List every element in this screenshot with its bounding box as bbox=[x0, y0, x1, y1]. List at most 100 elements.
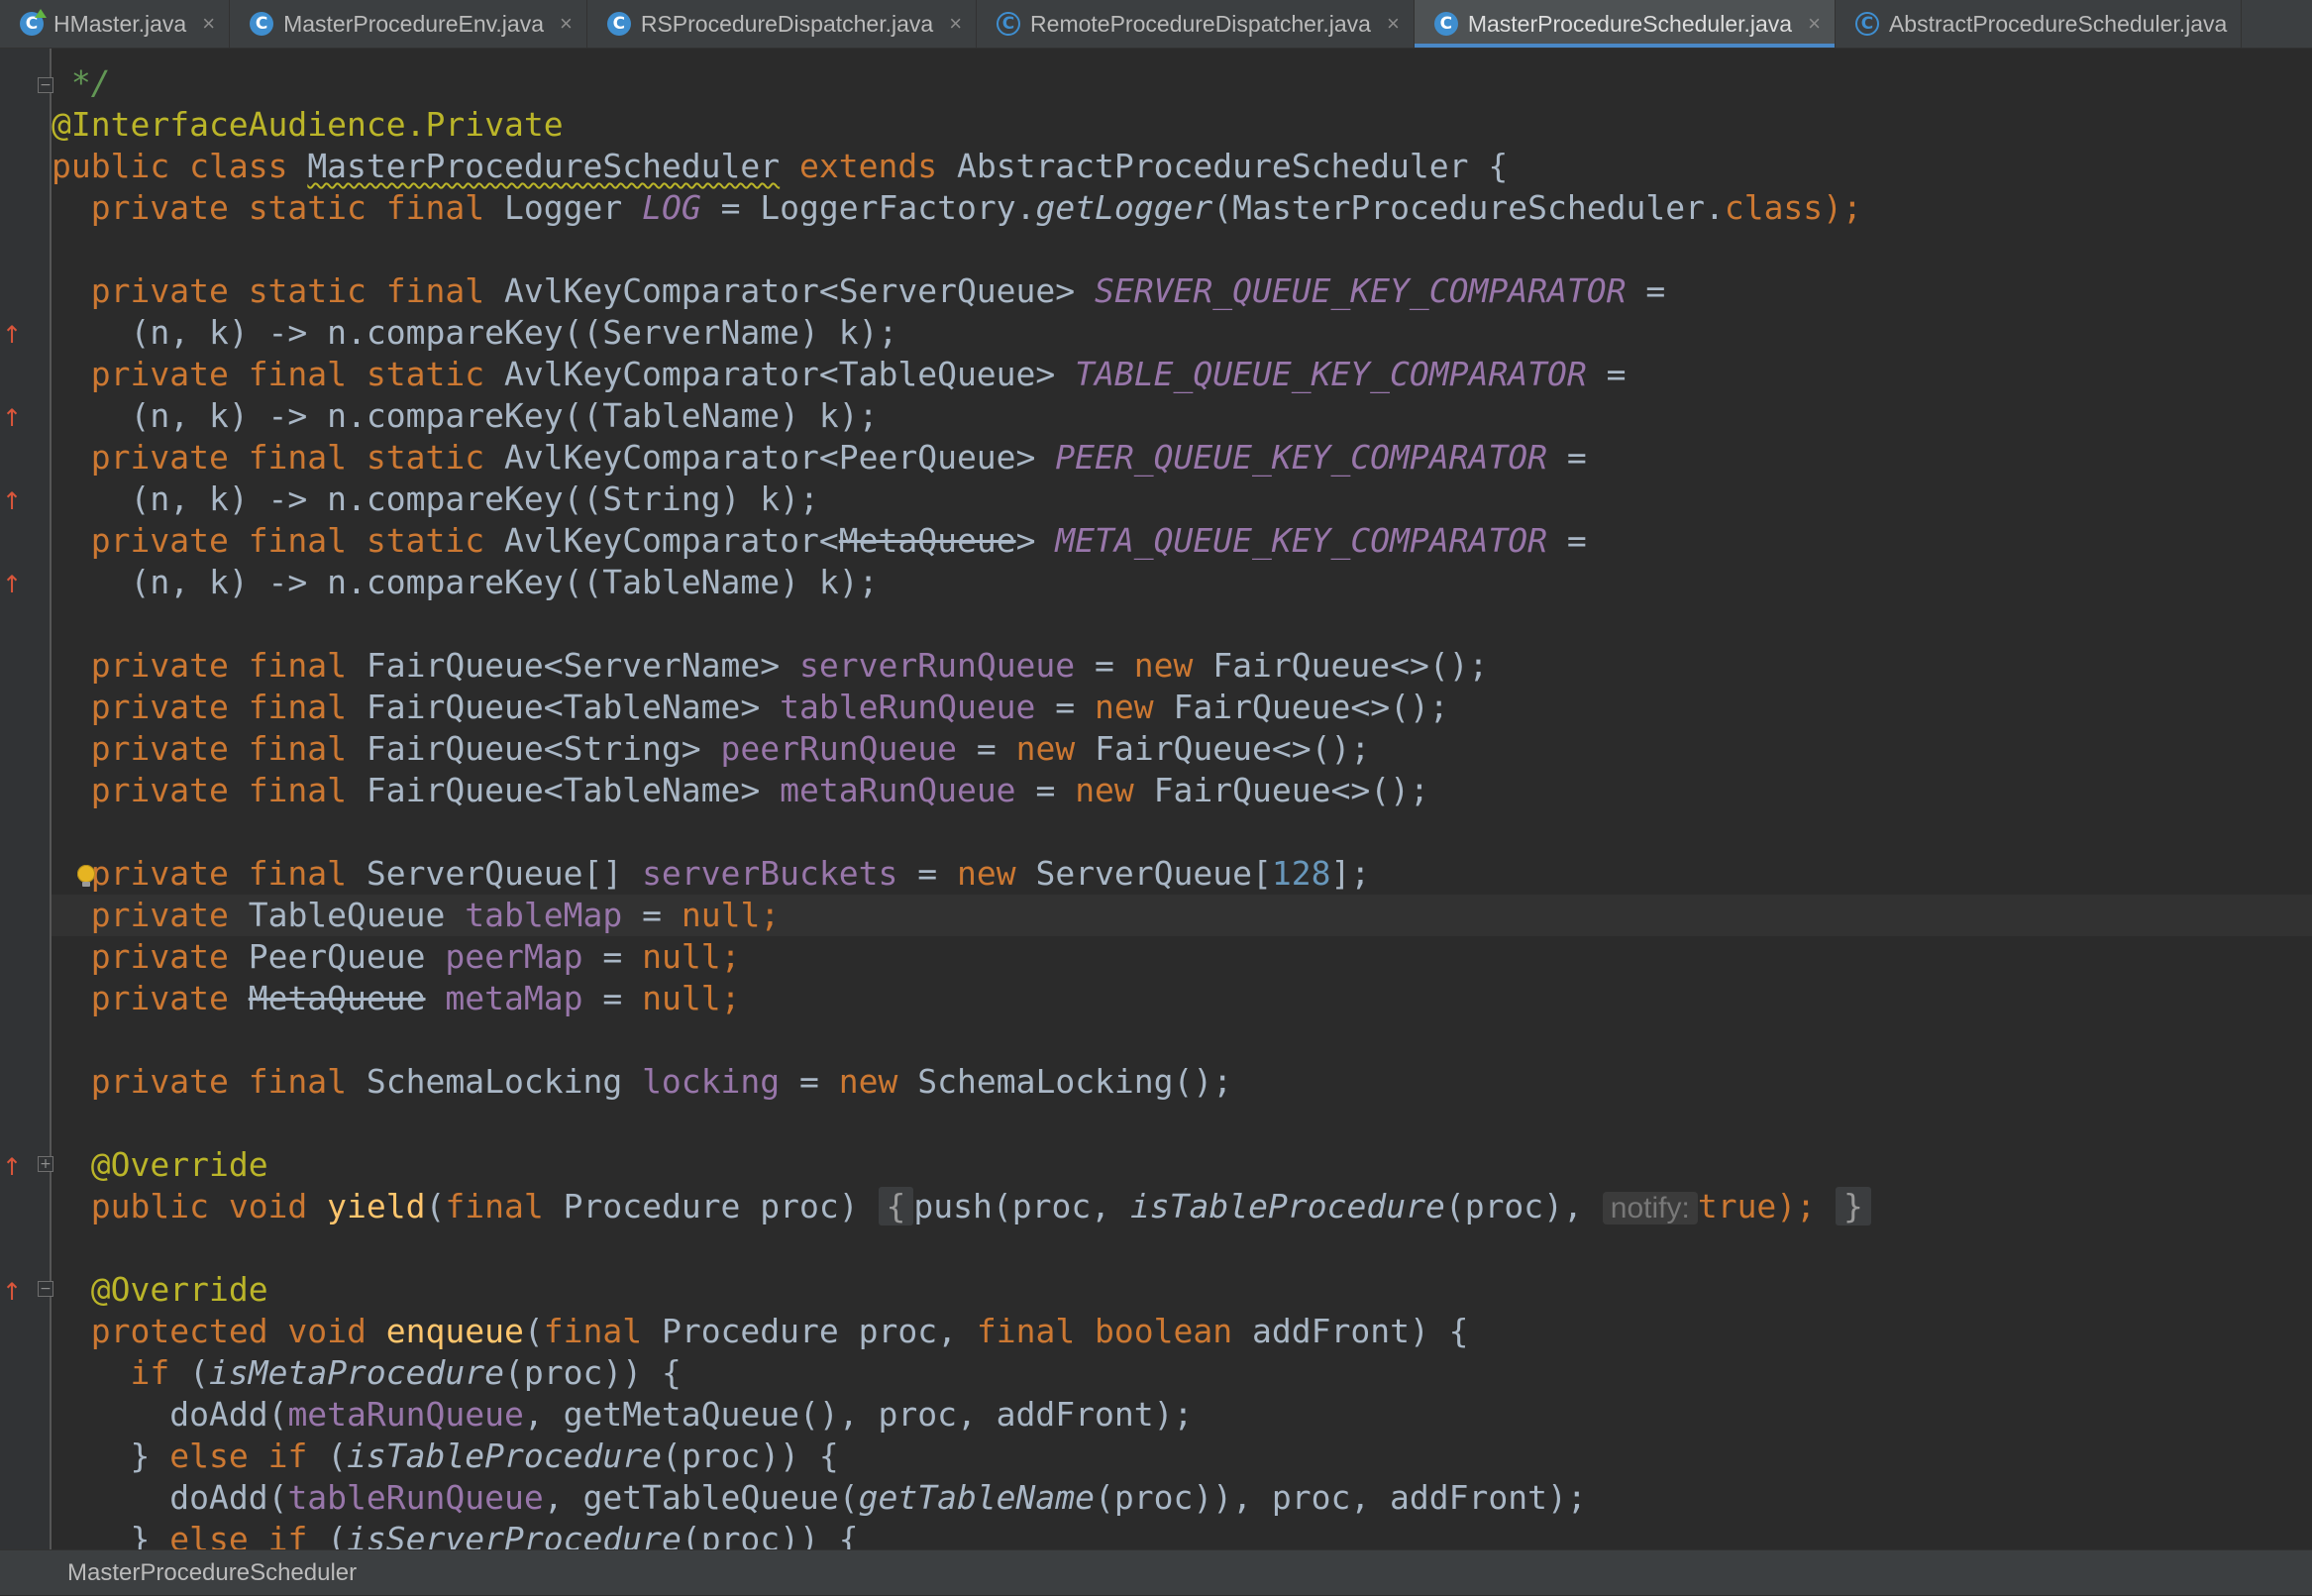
code-line[interactable]: private final FairQueue<ServerName> serv… bbox=[52, 645, 2312, 687]
code-text: (n, k) -> n.compareKey((TableName) k); bbox=[130, 396, 879, 435]
code-text: = bbox=[1095, 646, 1114, 685]
code-line[interactable]: private final SchemaLocking locking = ne… bbox=[52, 1061, 2312, 1103]
parameter-hint: notify: bbox=[1602, 1192, 1698, 1224]
code-text: (proc)) { bbox=[681, 1520, 859, 1549]
tab-master-procedure-env[interactable]: C MasterProcedureEnv.java × bbox=[230, 0, 587, 48]
override-arrow-icon[interactable]: ↑ bbox=[2, 486, 22, 516]
field: metaRunQueue bbox=[287, 1395, 524, 1434]
override-arrow-icon[interactable]: ↑ bbox=[2, 1152, 22, 1182]
close-icon[interactable]: × bbox=[949, 11, 962, 37]
code-line[interactable]: public class MasterProcedureScheduler ex… bbox=[52, 146, 2312, 187]
static-field: META_QUEUE_KEY_COMPARATOR bbox=[1055, 521, 1548, 560]
override-arrow-icon[interactable]: ↑ bbox=[2, 403, 22, 433]
override-arrow-icon[interactable]: ↑ bbox=[2, 570, 22, 599]
code-line[interactable]: (n, k) -> n.compareKey((ServerName) k); bbox=[52, 312, 2312, 354]
editor-gutter[interactable]: − ↑ ↑ ↑ ↑ ↑ + ↑ − bbox=[0, 49, 53, 1549]
code-line[interactable]: if (isMetaProcedure(proc)) { bbox=[52, 1352, 2312, 1394]
tab-abstract-procedure-scheduler[interactable]: C AbstractProcedureScheduler.java bbox=[1836, 0, 2243, 48]
breadcrumb-item[interactable]: MasterProcedureScheduler bbox=[67, 1559, 357, 1586]
field: serverBuckets bbox=[642, 854, 898, 893]
code-text: ( bbox=[425, 1187, 446, 1225]
code-line[interactable]: public void yield(final Procedure proc) … bbox=[52, 1186, 2312, 1227]
modifiers: private final bbox=[90, 688, 348, 726]
code-line[interactable]: doAdd(tableRunQueue, getTableQueue(getTa… bbox=[52, 1477, 2312, 1519]
override-arrow-icon[interactable]: ↑ bbox=[2, 1277, 22, 1307]
code-line[interactable]: private final FairQueue<String> peerRunQ… bbox=[52, 728, 2312, 770]
field: peerMap bbox=[445, 937, 583, 976]
code-line[interactable]: private final static AvlKeyComparator<Me… bbox=[52, 520, 2312, 562]
static-field: SERVER_QUEUE_KEY_COMPARATOR bbox=[1095, 271, 1627, 310]
code-line[interactable]: @Override bbox=[52, 1144, 2312, 1186]
tab-label: MasterProcedureScheduler.java bbox=[1467, 10, 1793, 37]
code-line[interactable]: private final static AvlKeyComparator<Ta… bbox=[52, 354, 2312, 395]
code-line[interactable]: private final FairQueue<TableName> table… bbox=[52, 687, 2312, 728]
tab-remote-procedure-dispatcher[interactable]: C RemoteProcedureDispatcher.java × bbox=[977, 0, 1415, 48]
modifiers: private static final bbox=[90, 188, 485, 227]
class-name[interactable]: MasterProcedureScheduler bbox=[307, 147, 780, 185]
folded-region[interactable]: { bbox=[878, 1187, 914, 1225]
override-arrow-icon[interactable]: ↑ bbox=[2, 320, 22, 350]
code-text: , getMetaQueue(), proc, addFront); bbox=[523, 1395, 1194, 1434]
close-icon[interactable]: × bbox=[1387, 11, 1400, 37]
current-code-line[interactable]: private TableQueue tableMap = null; bbox=[52, 895, 2312, 936]
code-line[interactable]: private MetaQueue metaMap = null; bbox=[52, 978, 2312, 1019]
code-text: Procedure proc) bbox=[563, 1187, 859, 1225]
code-line[interactable]: } else if (isTableProcedure(proc)) { bbox=[52, 1436, 2312, 1477]
number-literal: 128 bbox=[1271, 854, 1331, 893]
close-icon[interactable]: × bbox=[1808, 11, 1821, 37]
lightbulb-icon[interactable] bbox=[77, 865, 95, 887]
code-text: (proc)) { bbox=[661, 1436, 839, 1475]
code-text: doAdd( bbox=[169, 1395, 288, 1434]
keyword: else if bbox=[169, 1520, 308, 1549]
code-line[interactable]: (n, k) -> n.compareKey((String) k); bbox=[52, 479, 2312, 520]
close-icon[interactable]: × bbox=[202, 11, 215, 37]
keyword: class bbox=[189, 147, 288, 185]
modifiers: private final bbox=[90, 646, 348, 685]
code-line[interactable]: private static final AvlKeyComparator<Se… bbox=[52, 270, 2312, 312]
code-text: = bbox=[1566, 521, 1587, 560]
type: AvlKeyComparator<PeerQueue> bbox=[503, 438, 1036, 477]
comment: */ bbox=[52, 63, 111, 102]
keyword: new bbox=[956, 854, 1016, 893]
code-editor[interactable]: */ @InterfaceAudience.Private public cla… bbox=[52, 49, 2312, 1549]
code-line[interactable]: private final FairQueue<TableName> metaR… bbox=[52, 770, 2312, 811]
code-line[interactable]: } else if (isServerProcedure(proc)) { bbox=[52, 1519, 2312, 1549]
code-line[interactable]: @InterfaceAudience.Private bbox=[52, 104, 2312, 146]
code-text: = bbox=[1035, 771, 1056, 809]
code-text: ]; bbox=[1330, 854, 1371, 893]
code-text: (MasterProcedureScheduler. bbox=[1212, 188, 1725, 227]
code-line[interactable]: protected void enqueue(final Procedure p… bbox=[52, 1311, 2312, 1352]
static-method: getTableName bbox=[858, 1478, 1096, 1517]
method-name: enqueue bbox=[385, 1312, 524, 1350]
tab-rs-procedure-dispatcher[interactable]: C RSProcedureDispatcher.java × bbox=[587, 0, 978, 48]
tab-hmaster[interactable]: C HMaster.java × bbox=[0, 0, 231, 48]
code-text: (n, k) -> n.compareKey((ServerName) k); bbox=[130, 313, 898, 352]
code-line[interactable]: private final static AvlKeyComparator<Pe… bbox=[52, 437, 2312, 479]
code-text: FairQueue<>(); bbox=[1095, 729, 1371, 768]
code-text: ); bbox=[1823, 188, 1862, 227]
close-icon[interactable]: × bbox=[560, 11, 573, 37]
code-text: (n, k) -> n.compareKey((String) k); bbox=[130, 479, 819, 518]
code-line[interactable]: (n, k) -> n.compareKey((TableName) k); bbox=[52, 395, 2312, 437]
keyword: final boolean bbox=[976, 1312, 1233, 1350]
code-text: = bbox=[1606, 355, 1627, 393]
static-method: getLogger bbox=[1035, 188, 1213, 227]
code-line[interactable]: private PeerQueue peerMap = null; bbox=[52, 936, 2312, 978]
type: AvlKeyComparator< bbox=[503, 521, 839, 560]
code-text: = bbox=[1055, 688, 1076, 726]
type: Logger bbox=[503, 188, 623, 227]
static-method: isMetaProcedure bbox=[208, 1353, 504, 1392]
code-line[interactable]: (n, k) -> n.compareKey((TableName) k); bbox=[52, 562, 2312, 603]
code-line[interactable]: private final ServerQueue[] serverBucket… bbox=[52, 853, 2312, 895]
code-line[interactable]: */ bbox=[52, 62, 2312, 104]
keyword: new bbox=[1075, 771, 1134, 809]
keyword: new bbox=[1133, 646, 1194, 685]
abstract-class-icon: C bbox=[997, 12, 1021, 36]
field: serverRunQueue bbox=[799, 646, 1076, 685]
tab-master-procedure-scheduler[interactable]: C MasterProcedureScheduler.java × bbox=[1414, 0, 1836, 48]
code-line[interactable]: @Override bbox=[52, 1269, 2312, 1311]
folded-region[interactable]: } bbox=[1835, 1187, 1871, 1225]
code-line[interactable]: doAdd(metaRunQueue, getMetaQueue(), proc… bbox=[52, 1394, 2312, 1436]
code-line[interactable]: private static final Logger LOG = Logger… bbox=[52, 187, 2312, 229]
type: ServerQueue[] bbox=[366, 854, 623, 893]
